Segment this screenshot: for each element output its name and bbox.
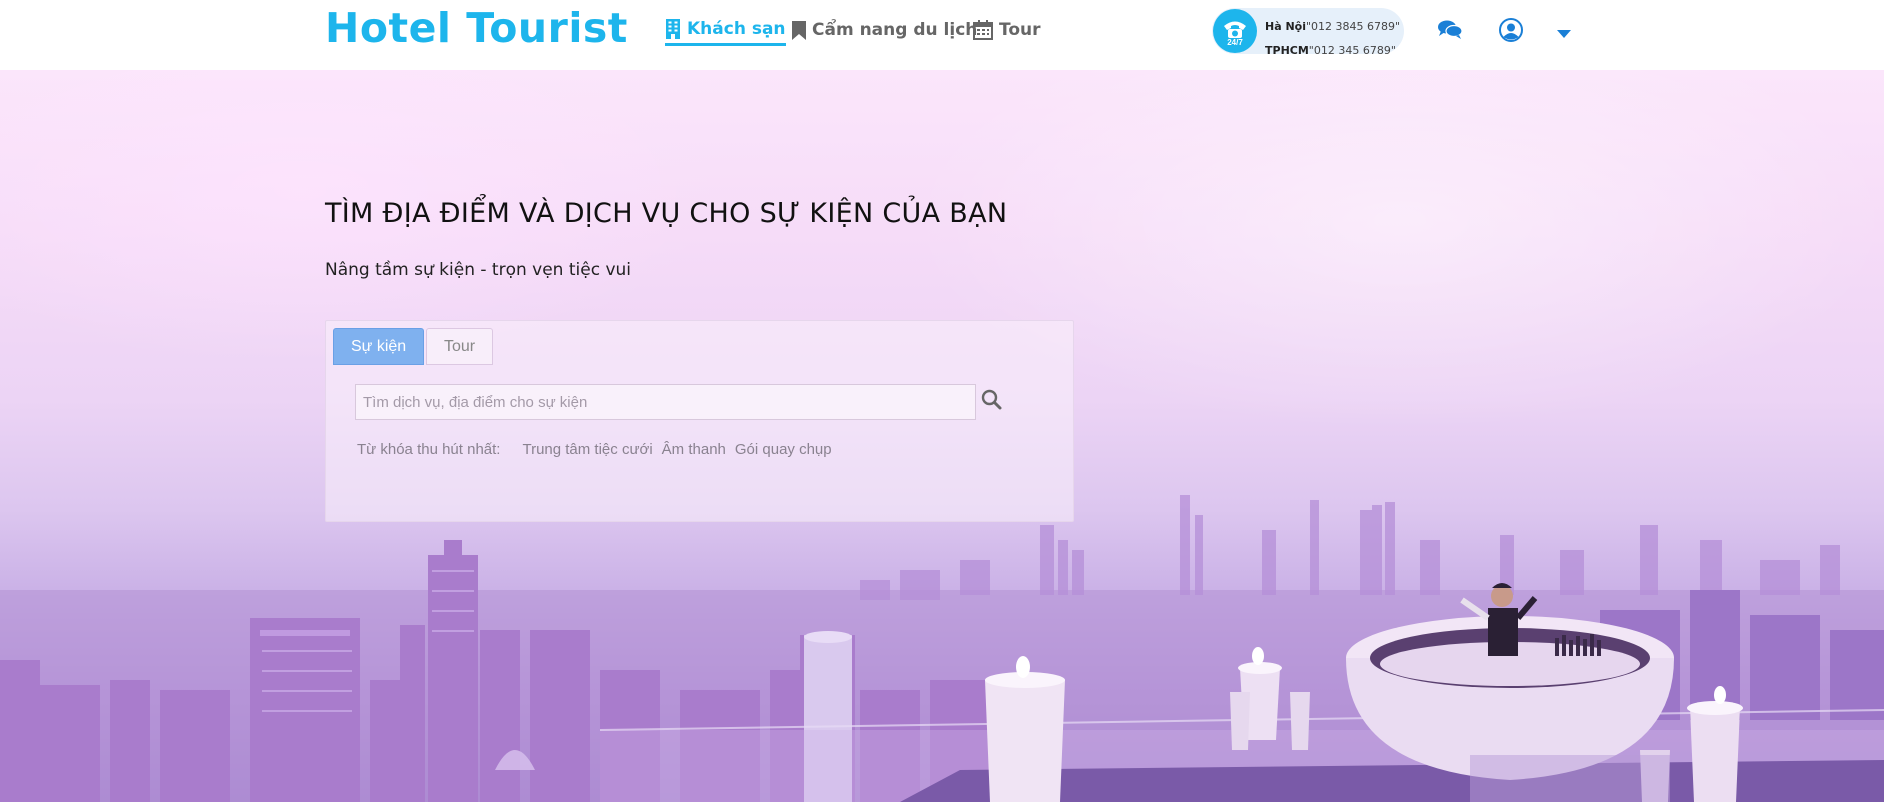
popular-keywords: Từ khóa thu hút nhất: Trung tâm tiệc cướ… [357,441,832,458]
hotline-phone: "012 3845 6789" [1306,20,1401,33]
phone-icon: 24/7 [1213,9,1257,53]
hero-banner: TÌM ĐỊA ĐIỂM VÀ DỊCH VỤ CHO SỰ KIỆN CỦA … [0,70,1884,802]
hotline-city: TPHCM [1265,44,1309,57]
user-icon[interactable] [1497,16,1525,44]
nav-item-hotels[interactable]: Khách sạn [665,14,786,46]
nav-label: Cẩm nang du lịch [812,20,978,40]
caret-down-icon[interactable] [1550,20,1578,48]
nav-item-travel-guide[interactable]: Cẩm nang du lịch [792,14,977,46]
hotline-badge: 24/7 [1227,38,1243,47]
nav-label: Tour [999,20,1041,40]
tab-event[interactable]: Sự kiện [333,328,425,365]
keyword-link[interactable]: Gói quay chụp [735,441,832,458]
tab-tour[interactable]: Tour [426,328,494,365]
search-icon[interactable] [981,389,1003,411]
nav-label: Khách sạn [687,18,786,39]
search-panel: Sự kiện Tour Từ khóa thu hút nhất: Trung… [325,320,1074,522]
nav-item-tour[interactable]: Tour [973,14,1041,46]
hotline-box[interactable]: 24/7 Hà Nội"012 3845 6789" TPHCM"012 345… [1212,8,1404,57]
bookmark-icon [792,20,806,40]
page-bottom [0,802,1884,812]
keyword-link[interactable]: Trung tâm tiệc cưới [522,441,652,458]
keyword-link[interactable]: Âm thanh [662,441,726,458]
calendar-icon [973,20,993,40]
hotline-phone: "012 345 6789" [1308,44,1396,57]
building-icon [665,18,681,39]
top-header: Hotel Tourist Khách sạn Cẩm nang du lịch… [0,0,1884,70]
site-logo[interactable]: Hotel Tourist [325,4,628,52]
hotline-city: Hà Nội [1265,20,1306,33]
hotline-hanoi: Hà Nội"012 3845 6789" [1265,20,1400,33]
hero-subtitle: Nâng tầm sự kiện - trọn vẹn tiệc vui [325,260,632,280]
chat-icon[interactable] [1436,16,1464,44]
keywords-label: Từ khóa thu hút nhất: [357,441,501,458]
hero-title: TÌM ĐỊA ĐIỂM VÀ DỊCH VỤ CHO SỰ KIỆN CỦA … [325,198,1008,229]
hotline-hcm: TPHCM"012 345 6789" [1265,44,1396,57]
search-input[interactable] [355,384,976,420]
